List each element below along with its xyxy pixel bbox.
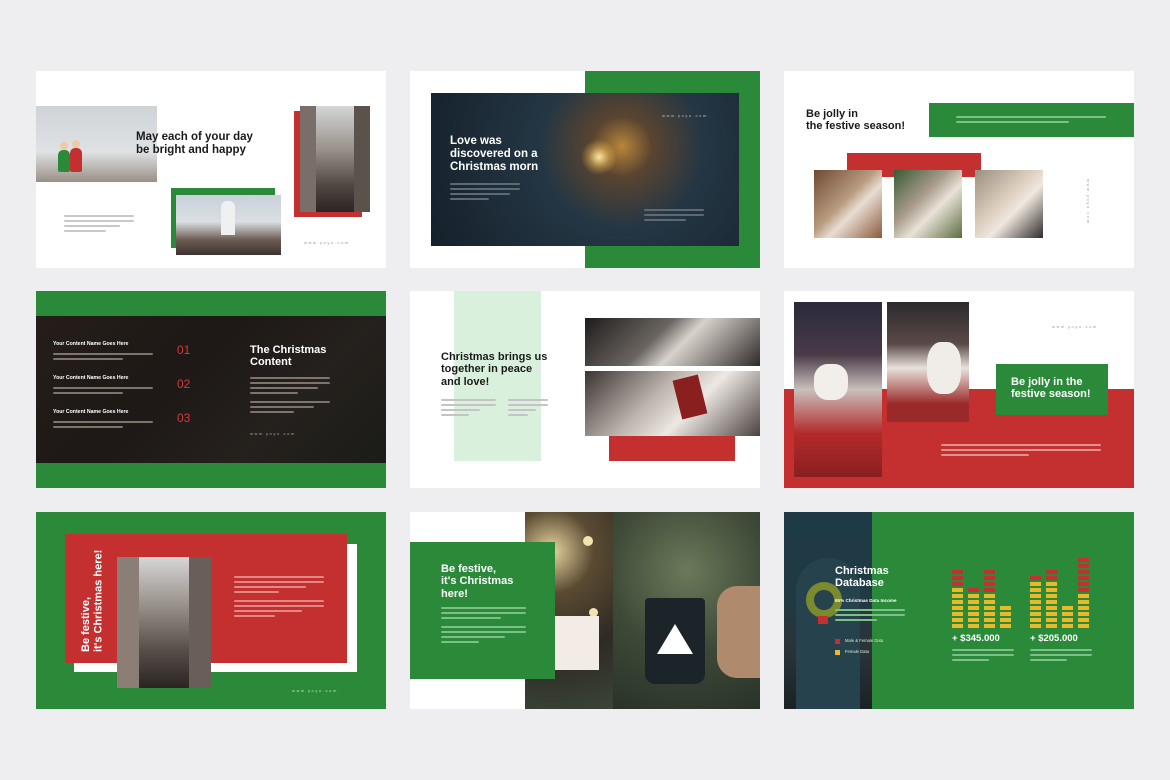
building-left — [117, 557, 139, 688]
street-photo — [300, 106, 370, 212]
slide-subtitle: 65% Christmas Data Income — [835, 598, 897, 603]
slide-4[interactable]: Your Content Name Goes Here 01 Your Cont… — [36, 291, 386, 488]
kid-figure — [60, 142, 68, 150]
book-photo — [585, 371, 760, 436]
slide-title: May each of your day be bright and happy — [136, 131, 253, 156]
bar — [1030, 574, 1041, 628]
hand — [717, 586, 760, 678]
kid-figure — [70, 148, 82, 172]
body-text-block — [941, 444, 1101, 459]
legend-swatch-male — [835, 639, 840, 644]
body-text-block — [644, 209, 704, 224]
item-number: 02 — [177, 377, 191, 391]
slide-title: Be jolly in the festive season! — [1011, 376, 1091, 401]
scarf-photo — [585, 318, 760, 366]
body-text-block — [441, 626, 526, 646]
item-number: 03 — [177, 411, 191, 425]
slide-6[interactable]: www.yoyo.com Be jolly in the festive sea… — [784, 291, 1134, 488]
value-label: + $205.000 — [1030, 633, 1078, 644]
website-label: www.yoyo.com — [304, 240, 350, 245]
slide-title: Love was discovered on a Christmas morn — [450, 135, 539, 173]
mug-photo — [613, 512, 760, 709]
building-right — [189, 557, 211, 688]
item-heading: Your Content Name Goes Here — [53, 409, 129, 415]
santa-beard — [814, 364, 848, 400]
slide-title: Be jolly in the festive season! — [806, 108, 906, 133]
legend-label: Male & Female Data — [845, 638, 884, 643]
bar — [1046, 568, 1057, 628]
building-left — [300, 106, 316, 212]
body-text-block — [250, 377, 330, 397]
body-text-block — [250, 401, 330, 416]
tree-icon — [657, 624, 693, 654]
body-text-block — [234, 600, 324, 620]
slide-title: Be festive, it's Christmas here! — [441, 563, 514, 600]
street-photo — [117, 557, 211, 688]
slide-9[interactable]: Christmas Database 65% Christmas Data In… — [784, 512, 1134, 709]
kid-figure — [58, 150, 70, 172]
slide-2[interactable]: Love was discovered on a Christmas morn … — [410, 71, 760, 268]
slide-7[interactable]: Be festive, it's Christmas here! www.yoy… — [36, 512, 386, 709]
santa-photo-2 — [887, 302, 969, 422]
website-label: www.yoyo.com — [292, 688, 338, 693]
item-number: 01 — [177, 343, 191, 357]
website-label: www.yoyo.com — [250, 431, 296, 436]
kid-figure — [72, 140, 80, 148]
body-text-block — [441, 399, 496, 419]
item-text — [53, 421, 153, 431]
website-label: www.yoyo.com — [1052, 324, 1098, 329]
gift-photo-1 — [814, 170, 882, 238]
slide-8[interactable]: Be festive, it's Christmas here! — [410, 512, 760, 709]
bar-group-2 — [1030, 556, 1094, 628]
slide-title-vertical: Be festive, it's Christmas here! — [80, 549, 105, 652]
bar — [1062, 604, 1073, 628]
slide-title: Christmas brings us together in peace an… — [441, 351, 548, 388]
santa-beard — [927, 342, 961, 394]
building-right — [354, 106, 370, 212]
body-text-block — [234, 576, 324, 596]
body-text-block — [835, 609, 905, 624]
item-heading: Your Content Name Goes Here — [53, 375, 129, 381]
church-spire — [221, 201, 235, 235]
legend-swatch-female — [835, 650, 840, 655]
slide-3[interactable]: Be jolly in the festive season! www.yoyo… — [784, 71, 1134, 268]
gift-box — [553, 616, 599, 670]
santa-photo-1 — [794, 302, 882, 477]
website-label: www.yoyo.com — [662, 113, 708, 118]
slide-title: The Christmas Content — [250, 344, 327, 369]
body-text-block — [508, 399, 548, 419]
item-heading: Your Content Name Goes Here — [53, 341, 129, 347]
bar — [984, 568, 995, 628]
bokeh-light — [583, 536, 593, 546]
gift-photo-3 — [975, 170, 1043, 238]
legend-label: Female Data — [845, 649, 869, 654]
bar — [1078, 556, 1089, 628]
gift-photo-2 — [894, 170, 962, 238]
body-text-block — [450, 183, 520, 203]
body-text-block — [64, 215, 134, 235]
body-text-block — [956, 116, 1106, 126]
item-text — [53, 353, 153, 363]
bar-group-1 — [952, 562, 1016, 628]
bar — [952, 568, 963, 628]
red-book — [672, 374, 708, 420]
body-text-block — [441, 607, 526, 622]
bar — [1000, 604, 1011, 628]
slide-title: Christmas Database — [835, 565, 889, 590]
bar — [968, 586, 979, 628]
value-label: + $345.000 — [952, 633, 1000, 644]
website-label: www.yoyo.com — [1086, 179, 1091, 225]
church-photo — [176, 195, 281, 255]
slide-1[interactable]: May each of your day be bright and happy… — [36, 71, 386, 268]
value-caption — [952, 649, 1014, 664]
slide-5[interactable]: Christmas brings us together in peace an… — [410, 291, 760, 488]
wreath-bow — [818, 616, 828, 624]
item-text — [53, 387, 153, 397]
value-caption — [1030, 649, 1092, 664]
sparkler-glow — [581, 139, 617, 175]
